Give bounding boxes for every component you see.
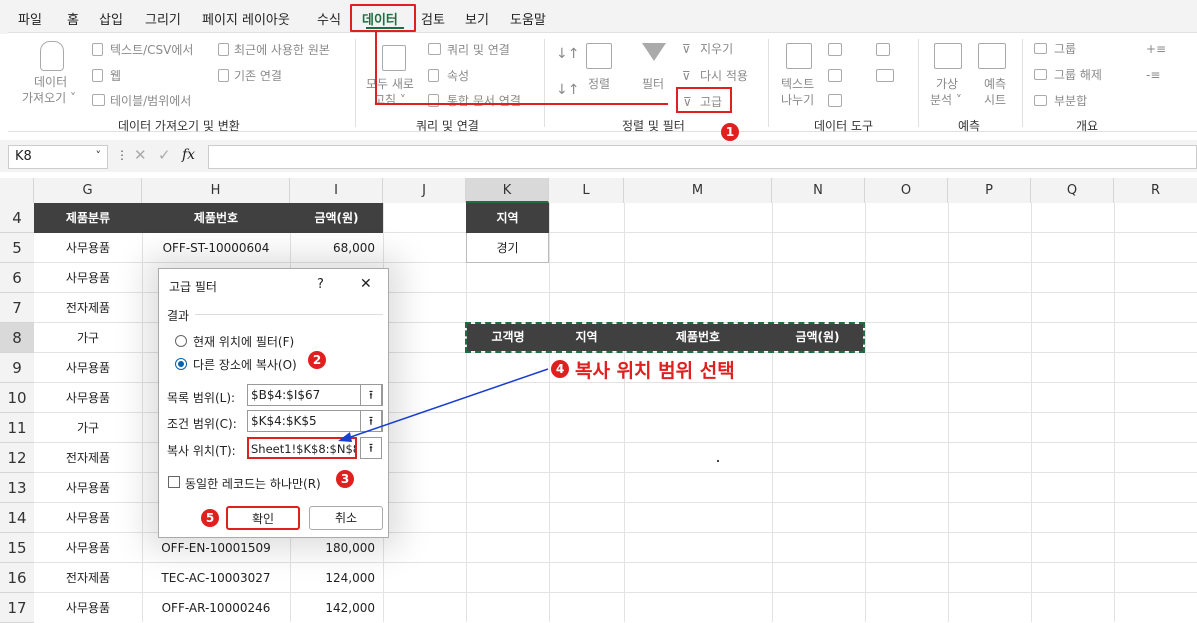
callout-arrow-head — [338, 432, 352, 442]
step-badge-3: 3 — [336, 470, 354, 488]
step-badge-2: 2 — [308, 351, 326, 369]
annotation-overlay — [338, 32, 668, 442]
step-badge-5: 5 — [201, 509, 219, 527]
callout-arrow-line — [341, 368, 549, 441]
tab-to-advanced-connector — [375, 32, 668, 105]
callout-text: 복사 위치 범위 선택 — [575, 360, 735, 382]
step-badge-1: 1 — [721, 123, 739, 141]
step-badge-4: 4 — [551, 360, 569, 378]
